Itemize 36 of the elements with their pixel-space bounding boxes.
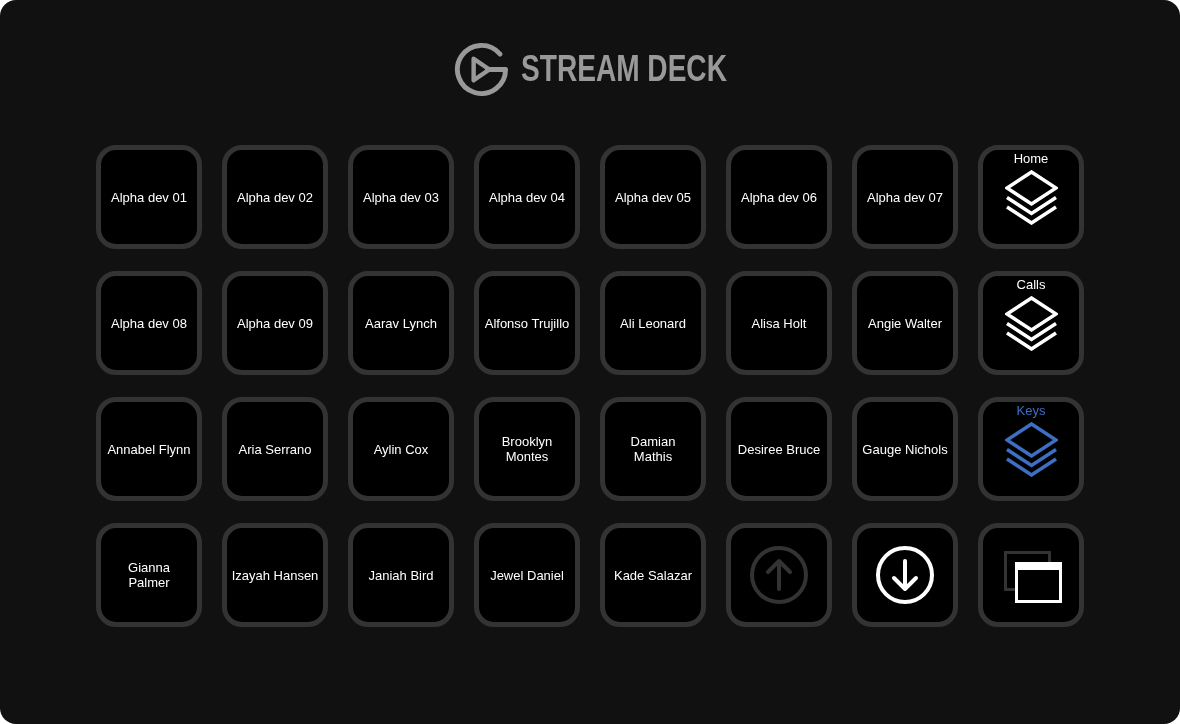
deck-key[interactable]: Jewel Daniel xyxy=(474,523,580,627)
deck-key[interactable]: Alpha dev 09 xyxy=(222,271,328,375)
deck-key[interactable]: Calls xyxy=(978,271,1084,375)
deck-key[interactable]: Alpha dev 08 xyxy=(96,271,202,375)
deck-key[interactable]: Gianna Palmer xyxy=(96,523,202,627)
deck-key[interactable]: Angie Walter xyxy=(852,271,958,375)
deck-key[interactable]: Janiah Bird xyxy=(348,523,454,627)
deck-key[interactable]: Alfonso Trujillo xyxy=(474,271,580,375)
deck-key[interactable]: Aarav Lynch xyxy=(348,271,454,375)
deck-key[interactable]: Alisa Holt xyxy=(726,271,832,375)
deck-key[interactable]: Gauge Nichols xyxy=(852,397,958,501)
deck-key[interactable]: Annabel Flynn xyxy=(96,397,202,501)
deck-key[interactable]: Alpha dev 07 xyxy=(852,145,958,249)
deck-key[interactable]: Brooklyn Montes xyxy=(474,397,580,501)
deck-key[interactable]: Damian Mathis xyxy=(600,397,706,501)
deck-key[interactable]: Ali Leonard xyxy=(600,271,706,375)
deck-key[interactable]: Alpha dev 06 xyxy=(726,145,832,249)
deck-key[interactable] xyxy=(852,523,958,627)
layers-icon xyxy=(1004,422,1058,477)
deck-key[interactable]: Alpha dev 03 xyxy=(348,145,454,249)
deck-key[interactable]: Home xyxy=(978,145,1084,249)
deck-key[interactable]: Alpha dev 05 xyxy=(600,145,706,249)
deck-key[interactable]: Alpha dev 04 xyxy=(474,145,580,249)
brand-title: STREAM DECK xyxy=(520,51,727,87)
deck-key[interactable] xyxy=(978,523,1084,627)
deck-key[interactable]: Izayah Hansen xyxy=(222,523,328,627)
deck-key[interactable]: Alpha dev 02 xyxy=(222,145,328,249)
layers-icon xyxy=(1004,170,1058,225)
deck-key[interactable]: Aria Serrano xyxy=(222,397,328,501)
deck-key[interactable]: Alpha dev 01 xyxy=(96,145,202,249)
deck-key[interactable]: Kade Salazar xyxy=(600,523,706,627)
deck-key[interactable]: Aylin Cox xyxy=(348,397,454,501)
deck-key[interactable]: Desiree Bruce xyxy=(726,397,832,501)
logo-icon xyxy=(453,41,509,97)
layers-icon xyxy=(1004,296,1058,351)
deck-key[interactable]: Keys xyxy=(978,397,1084,501)
